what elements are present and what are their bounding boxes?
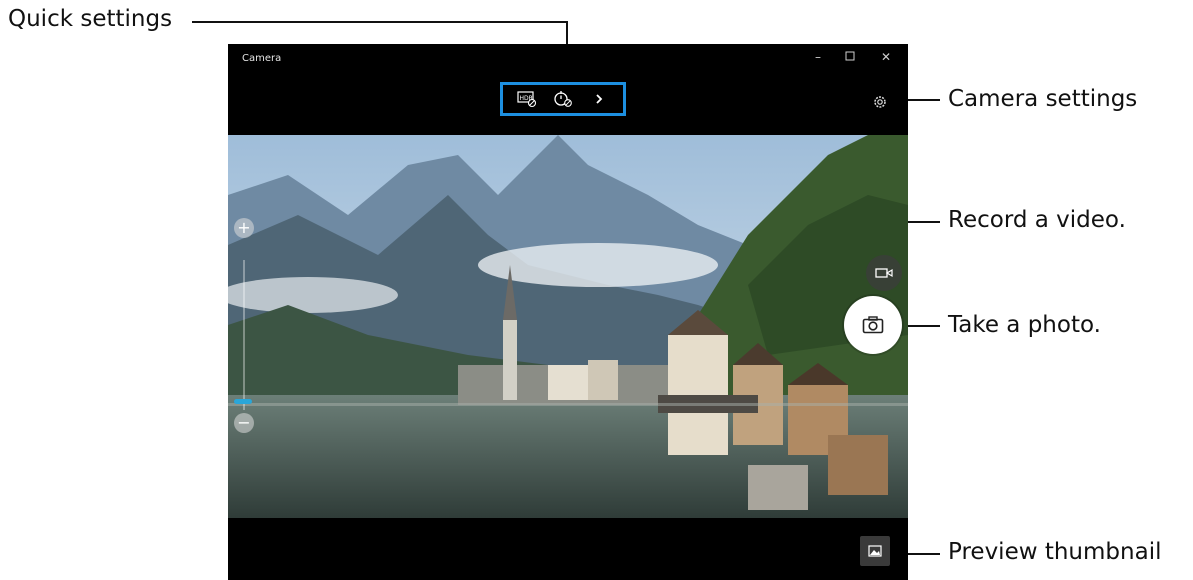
window-title: Camera	[242, 53, 282, 64]
timer-icon[interactable]	[550, 88, 576, 110]
viewfinder: + −	[228, 135, 908, 518]
camera-icon[interactable]	[844, 296, 902, 354]
callout-preview-thumbnail: Preview thumbnail	[948, 539, 1162, 565]
quick-settings-bar: HDR	[500, 82, 626, 116]
callout-camera-settings: Camera settings	[948, 86, 1138, 112]
callout-take-photo: Take a photo.	[948, 312, 1101, 338]
gear-icon[interactable]	[870, 92, 890, 112]
maximize-icon[interactable]	[840, 50, 860, 64]
callout-line	[192, 21, 568, 23]
zoom-slider-track[interactable]	[243, 260, 245, 410]
callout-quick-settings: Quick settings	[8, 6, 173, 32]
camera-window: Camera – ✕ HDR + −	[228, 44, 908, 580]
video-camera-icon[interactable]	[866, 255, 902, 291]
callout-record-video: Record a video.	[948, 207, 1126, 233]
minus-icon[interactable]: −	[234, 413, 254, 433]
plus-icon[interactable]: +	[234, 218, 254, 238]
close-icon[interactable]: ✕	[876, 50, 896, 64]
scene-image	[228, 135, 908, 518]
minimize-icon[interactable]: –	[808, 50, 828, 64]
zoom-slider-thumb[interactable]	[234, 399, 252, 404]
hdr-icon[interactable]: HDR	[514, 88, 540, 110]
chevron-right-icon[interactable]	[586, 88, 612, 110]
callout-line	[904, 325, 940, 327]
image-icon[interactable]	[860, 536, 890, 566]
